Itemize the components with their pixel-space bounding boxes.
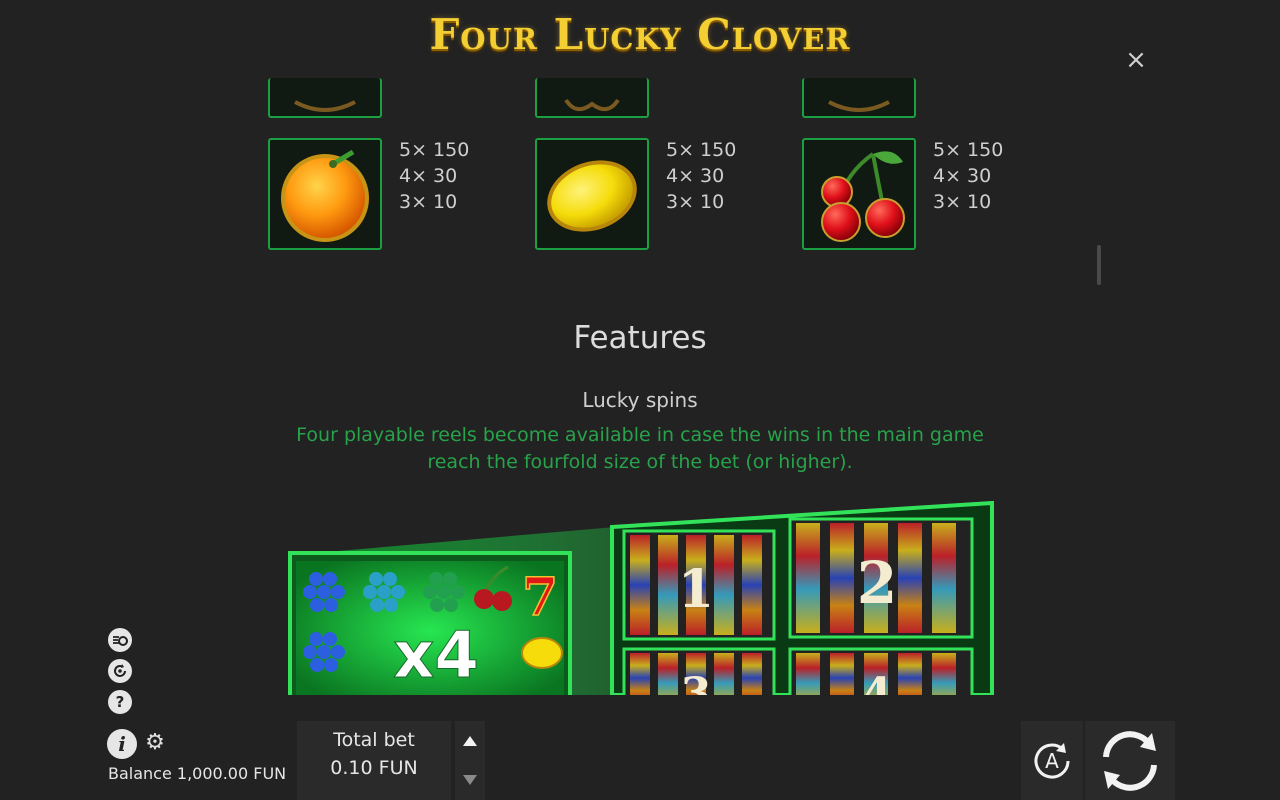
- side-icon-column: ?: [108, 628, 134, 721]
- game-title-logo: Four Lucky Clover: [429, 10, 851, 59]
- cherry-payouts: 5× 150 4× 30 3× 10: [933, 137, 1003, 215]
- lucky-spins-title: Lucky spins: [582, 388, 698, 412]
- reel-grid-4: 4: [788, 647, 974, 695]
- partial-symbol-icon: [564, 98, 620, 112]
- lucky-spins-illustration: 7 x4 1 2 3 4: [280, 495, 1020, 695]
- description-line-1: Four playable reels become available in …: [296, 424, 984, 446]
- payout-4: 4× 30: [666, 165, 725, 187]
- spin-icon: [1103, 730, 1157, 791]
- symbol-box-partial: [802, 78, 916, 118]
- reel-grid-3: 3: [622, 647, 776, 695]
- turbo-icon[interactable]: [108, 628, 132, 652]
- total-bet-value: 0.10 FUN: [330, 757, 418, 779]
- payout-3: 3× 10: [399, 191, 458, 213]
- partial-symbol-icon: [828, 100, 890, 112]
- multiplier-label: x4: [393, 619, 479, 693]
- seven-symbol: 7: [522, 567, 558, 628]
- symbol-cherry: [802, 138, 916, 250]
- cherry-icon: [821, 151, 905, 242]
- close-button[interactable]: ×: [1122, 46, 1150, 74]
- bet-increase-button[interactable]: [455, 721, 485, 760]
- description-line-2: reach the fourfold size of the bet (or h…: [427, 451, 853, 473]
- total-bet-label: Total bet: [333, 729, 415, 751]
- autoplay-icon: A: [1034, 742, 1070, 778]
- reel-number-3: 3: [681, 669, 712, 695]
- payout-4: 4× 30: [933, 165, 992, 187]
- lucky-spins-image: 7 x4 1 2 3 4: [288, 500, 994, 695]
- orange-icon: [281, 149, 369, 242]
- reel-grid-2: 2: [788, 517, 974, 639]
- payout-4: 4× 30: [399, 165, 458, 187]
- features-heading: Features: [573, 320, 707, 356]
- reel-number-4: 4: [862, 669, 893, 695]
- info-button[interactable]: i: [107, 729, 137, 759]
- game-screen: Four Lucky Clover × 5× 150 4× 30 3× 10 5…: [0, 0, 1280, 800]
- bet-stepper: [455, 721, 485, 800]
- gear-icon[interactable]: ⚙: [143, 731, 167, 755]
- triangle-up-icon: [463, 735, 477, 746]
- autoplay-letter: A: [1045, 749, 1059, 773]
- reel-number-1: 1: [678, 559, 714, 620]
- reel-number-2: 2: [857, 549, 897, 617]
- bet-decrease-button[interactable]: [455, 760, 485, 799]
- symbol-box-partial: [268, 78, 382, 118]
- orange-payouts: 5× 150 4× 30 3× 10: [399, 137, 469, 215]
- symbol-orange: [268, 138, 382, 250]
- payout-3: 3× 10: [666, 191, 725, 213]
- reel-grid-1: 1: [622, 529, 776, 641]
- lemon-icon: [547, 160, 637, 232]
- payout-5: 5× 150: [666, 139, 737, 161]
- symbol-box-partial: [535, 78, 649, 118]
- partial-symbol-icon: [294, 100, 356, 112]
- payout-5: 5× 150: [399, 139, 470, 161]
- replay-icon[interactable]: [108, 659, 132, 683]
- autoplay-button[interactable]: A: [1021, 721, 1083, 800]
- help-icon[interactable]: ?: [108, 690, 132, 714]
- triangle-down-icon: [463, 774, 477, 785]
- payout-5: 5× 150: [933, 139, 1004, 161]
- lemon-payouts: 5× 150 4× 30 3× 10: [666, 137, 736, 215]
- lucky-spins-description: Four playable reels become available in …: [240, 422, 1040, 476]
- total-bet-panel: Total bet 0.10 FUN: [297, 721, 451, 800]
- lemon-symbol: [521, 637, 563, 669]
- payout-3: 3× 10: [933, 191, 992, 213]
- scrollbar-thumb[interactable]: [1097, 245, 1101, 285]
- spin-button[interactable]: [1085, 721, 1175, 800]
- symbol-lemon: [535, 138, 649, 250]
- balance-label: Balance 1,000.00 FUN: [108, 764, 287, 783]
